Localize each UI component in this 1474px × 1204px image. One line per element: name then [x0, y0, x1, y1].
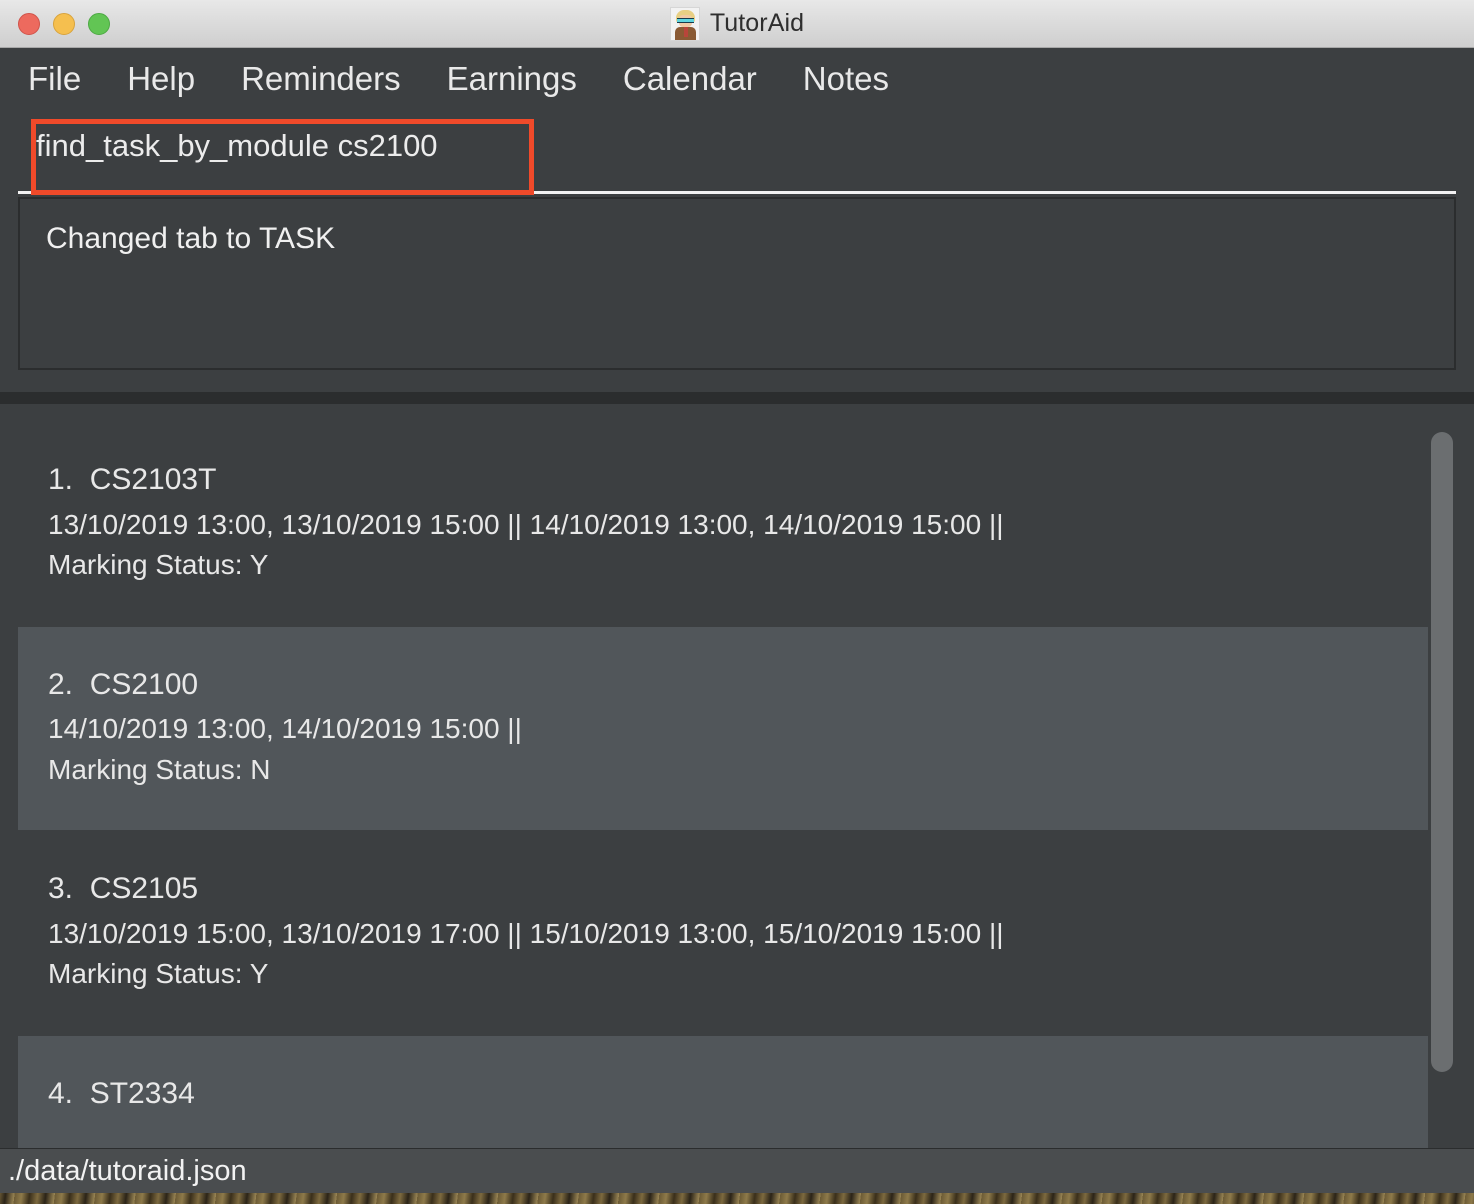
- command-input-underline: [18, 191, 1456, 194]
- task-list-scrollbar[interactable]: [1428, 422, 1456, 1148]
- menu-item-reminders[interactable]: Reminders: [241, 60, 401, 98]
- task-list-item[interactable]: 1. CS2103T 13/10/2019 13:00, 13/10/2019 …: [18, 422, 1456, 627]
- minimize-button[interactable]: [53, 12, 75, 35]
- close-button[interactable]: [18, 12, 40, 35]
- menu-bar: File Help Reminders Earnings Calendar No…: [0, 48, 1474, 109]
- task-marking-status: Marking Status: Y: [48, 549, 269, 581]
- task-marking-status: Marking Status: Y: [48, 958, 269, 990]
- task-list-item[interactable]: 2. CS2100 14/10/2019 13:00, 14/10/2019 1…: [18, 626, 1456, 832]
- task-sessions: 14/10/2019 13:00, 14/10/2019 15:00 ||: [48, 713, 522, 745]
- result-region: Changed tab to TASK: [0, 197, 1474, 392]
- task-sessions: 13/10/2019 13:00, 13/10/2019 15:00 || 14…: [48, 508, 1004, 540]
- menu-item-help[interactable]: Help: [127, 60, 195, 98]
- task-title: 3. CS2105: [48, 872, 199, 906]
- title-bar: TutorAid: [0, 0, 1474, 48]
- tutor-avatar-icon: [669, 6, 700, 41]
- task-list-item[interactable]: 3. CS2105 13/10/2019 15:00, 13/10/2019 1…: [18, 831, 1456, 1037]
- status-bar: ./data/tutoraid.json: [0, 1148, 1474, 1193]
- task-list-viewport[interactable]: 1. CS2103T 13/10/2019 13:00, 13/10/2019 …: [18, 422, 1456, 1148]
- window-controls: [18, 12, 110, 35]
- task-title: 4. ST2334: [48, 1077, 195, 1111]
- task-list-item[interactable]: 4. ST2334: [18, 1036, 1456, 1148]
- task-title: 1. CS2103T: [48, 463, 217, 496]
- status-file-path: ./data/tutoraid.json: [8, 1154, 247, 1187]
- menu-item-file[interactable]: File: [28, 60, 81, 98]
- result-message: Changed tab to TASK: [46, 222, 336, 255]
- scrollbar-thumb[interactable]: [1431, 432, 1453, 1072]
- menu-item-earnings[interactable]: Earnings: [447, 60, 577, 98]
- application-window: TutorAid File Help Reminders Earnings Ca…: [0, 0, 1474, 1193]
- command-input[interactable]: [36, 128, 506, 164]
- menu-item-calendar[interactable]: Calendar: [623, 60, 757, 98]
- command-region: [0, 109, 1474, 197]
- window-title: TutorAid: [709, 9, 805, 37]
- task-sessions: 13/10/2019 15:00, 13/10/2019 17:00 || 15…: [48, 917, 1004, 949]
- task-title: 2. CS2100: [48, 667, 199, 701]
- task-list-region: 1. CS2103T 13/10/2019 13:00, 13/10/2019 …: [0, 404, 1474, 1148]
- panel-separator: [0, 392, 1474, 404]
- title-group: TutorAid: [669, 6, 805, 41]
- task-marking-status: Marking Status: N: [48, 753, 271, 785]
- result-display-box: Changed tab to TASK: [18, 197, 1456, 370]
- menu-item-notes[interactable]: Notes: [803, 60, 889, 98]
- maximize-button[interactable]: [88, 12, 110, 35]
